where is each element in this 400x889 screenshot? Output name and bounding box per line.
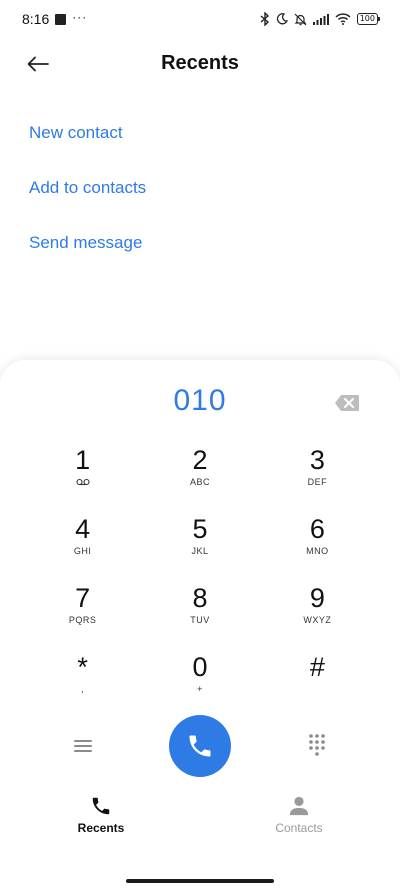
dialer-actions (0, 715, 400, 779)
status-left: 8:16 ··· (22, 10, 88, 27)
key-3[interactable]: 3 DEF (259, 444, 376, 513)
tab-recents-label: Recents (77, 821, 125, 835)
new-contact-link[interactable]: New contact (29, 118, 146, 173)
status-time: 8:16 (22, 11, 50, 27)
call-button[interactable] (169, 715, 231, 777)
tab-contacts[interactable]: Contacts (259, 795, 339, 835)
key-digit: 4 (75, 514, 91, 544)
header: Recents (0, 44, 400, 84)
key-letters: TUV (190, 615, 210, 625)
key-digit: * (77, 652, 88, 682)
keypad: 1 2 ABC 3 DEF 4 GHI 5 JKL 6 MNO 7 PQRS 8… (24, 444, 376, 720)
key-digit: 5 (192, 514, 208, 544)
page-title: Recents (161, 52, 239, 74)
moon-icon (276, 13, 288, 25)
key-digit: 2 (192, 445, 208, 475)
voicemail-icon (76, 476, 90, 488)
key-letters: PQRS (68, 615, 97, 625)
key-letters: DEF (307, 477, 328, 487)
key-digit: 0 (192, 652, 208, 682)
key-digit: 9 (309, 583, 325, 613)
bluetooth-icon (260, 12, 270, 26)
status-bar: 8:16 ··· 100 (0, 0, 400, 38)
key-hash[interactable]: # (259, 651, 376, 720)
key-5[interactable]: 5 JKL (141, 513, 258, 582)
key-digit: 8 (192, 583, 208, 613)
key-letters: , (81, 684, 85, 694)
key-star[interactable]: * , (24, 651, 141, 720)
battery-icon: 100 (356, 13, 381, 25)
key-letters: MNO (306, 546, 329, 556)
key-0[interactable]: 0 + (141, 651, 258, 720)
key-letters: JKL (191, 546, 209, 556)
key-6[interactable]: 6 MNO (259, 513, 376, 582)
key-digit: 1 (75, 445, 91, 475)
key-letters: ABC (189, 477, 210, 487)
person-icon (289, 796, 309, 816)
menu-button[interactable] (72, 737, 94, 755)
status-right: 100 (260, 12, 381, 26)
phone-icon (189, 735, 211, 757)
home-indicator (126, 879, 274, 883)
send-message-link[interactable]: Send message (29, 228, 146, 283)
key-digit: 3 (309, 445, 325, 475)
key-digit: 7 (75, 583, 91, 613)
backspace-icon (335, 395, 359, 411)
bottom-nav: Recents Contacts (0, 795, 400, 845)
key-letters: WXYZ (303, 615, 332, 625)
backspace-button[interactable] (334, 394, 360, 412)
dialpad-icon (309, 734, 325, 756)
key-4[interactable]: 4 GHI (24, 513, 141, 582)
more-notifications-icon: ··· (72, 10, 88, 24)
dialpad-sheet: 010 1 2 ABC 3 DEF 4 GHI 5 JKL 6 MNO 7 PQ… (0, 360, 400, 889)
wifi-icon (335, 13, 351, 25)
key-2[interactable]: 2 ABC (141, 444, 258, 513)
key-8[interactable]: 8 TUV (141, 582, 258, 651)
key-7[interactable]: 7 PQRS (24, 582, 141, 651)
key-digit: 6 (309, 514, 325, 544)
key-digit: # (309, 652, 325, 682)
key-letters: + (197, 684, 203, 694)
menu-icon (74, 740, 92, 752)
phone-icon (92, 797, 110, 815)
key-9[interactable]: 9 WXYZ (259, 582, 376, 651)
add-to-contacts-link[interactable]: Add to contacts (29, 173, 146, 228)
key-1[interactable]: 1 (24, 444, 141, 513)
notification-square-icon (55, 13, 67, 25)
signal-icon (312, 13, 329, 25)
tab-recents[interactable]: Recents (61, 795, 141, 835)
tab-contacts-label: Contacts (275, 821, 323, 835)
bell-off-icon (294, 13, 307, 26)
contact-actions: New contact Add to contacts Send message (29, 118, 146, 283)
dialpad-toggle-button[interactable] (308, 733, 326, 757)
key-letters: GHI (73, 546, 92, 556)
